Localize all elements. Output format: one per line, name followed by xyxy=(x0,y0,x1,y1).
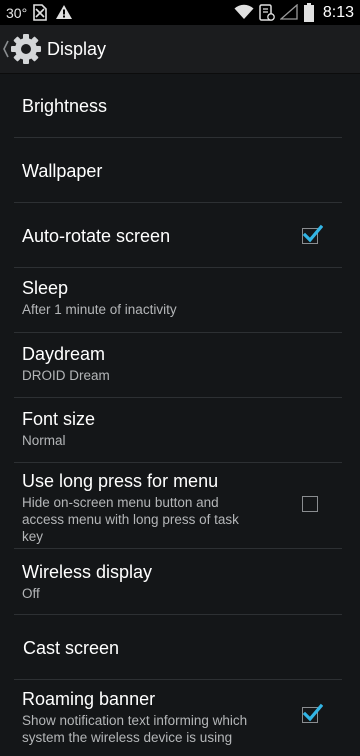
gear-icon[interactable] xyxy=(10,33,42,65)
setting-cast-screen[interactable]: Cast screen xyxy=(0,615,360,680)
page-title: Display xyxy=(47,39,107,59)
warning-icon xyxy=(56,5,72,19)
setting-title: Font size xyxy=(22,409,96,429)
battery-icon xyxy=(304,3,314,22)
setting-title: Sleep xyxy=(22,278,69,298)
setting-summary-line: system the wireless device is using xyxy=(22,730,233,745)
setting-title: Wallpaper xyxy=(22,160,103,181)
setting-summary: Normal xyxy=(22,433,66,448)
setting-long-press-menu[interactable]: Use long press for menu Hide on-screen m… xyxy=(0,463,360,549)
auto-rotate-checkbox[interactable] xyxy=(302,224,323,244)
setting-wireless-display[interactable]: Wireless display Off xyxy=(0,549,360,615)
setting-font-size[interactable]: Font size Normal xyxy=(0,398,360,463)
checkmark-icon xyxy=(302,703,323,722)
temperature-indicator: 30° xyxy=(6,4,28,21)
setting-title: Wireless display xyxy=(22,562,153,582)
setting-brightness[interactable]: Brightness xyxy=(0,74,360,138)
setting-title: Brightness xyxy=(22,96,108,116)
setting-title: Cast screen xyxy=(23,637,120,658)
no-signal-icon xyxy=(280,4,298,20)
setting-daydream[interactable]: Daydream DROID Dream xyxy=(0,333,360,398)
clock: 8:13 xyxy=(322,3,354,21)
setting-summary: Off xyxy=(22,586,40,601)
setting-title: Daydream xyxy=(22,344,106,364)
setting-sleep[interactable]: Sleep After 1 minute of inactivity xyxy=(0,268,360,333)
nfc-icon xyxy=(259,4,275,21)
setting-summary-line: access menu with long press of task xyxy=(22,512,239,527)
roaming-banner-checkbox[interactable] xyxy=(302,703,323,723)
setting-summary: After 1 minute of inactivity xyxy=(22,302,177,317)
no-sim-icon xyxy=(33,4,47,21)
setting-roaming-banner[interactable]: Roaming banner Show notification text in… xyxy=(0,680,360,752)
setting-title: Use long press for menu xyxy=(22,471,219,491)
long-press-menu-checkbox[interactable] xyxy=(302,496,318,512)
up-caret-icon[interactable] xyxy=(2,39,10,59)
setting-summary-line: key xyxy=(22,529,44,544)
setting-summary: DROID Dream xyxy=(22,368,110,383)
setting-auto-rotate[interactable]: Auto-rotate screen xyxy=(0,203,360,268)
settings-list: Brightness Wallpaper Auto-rotate screen … xyxy=(0,74,360,752)
setting-title: Auto-rotate screen xyxy=(22,225,171,246)
wifi-icon xyxy=(234,4,254,19)
status-bar: 30° 8:13 xyxy=(0,0,360,25)
checkmark-icon xyxy=(302,224,323,243)
setting-wallpaper[interactable]: Wallpaper xyxy=(0,138,360,203)
action-bar: Display xyxy=(0,25,360,74)
